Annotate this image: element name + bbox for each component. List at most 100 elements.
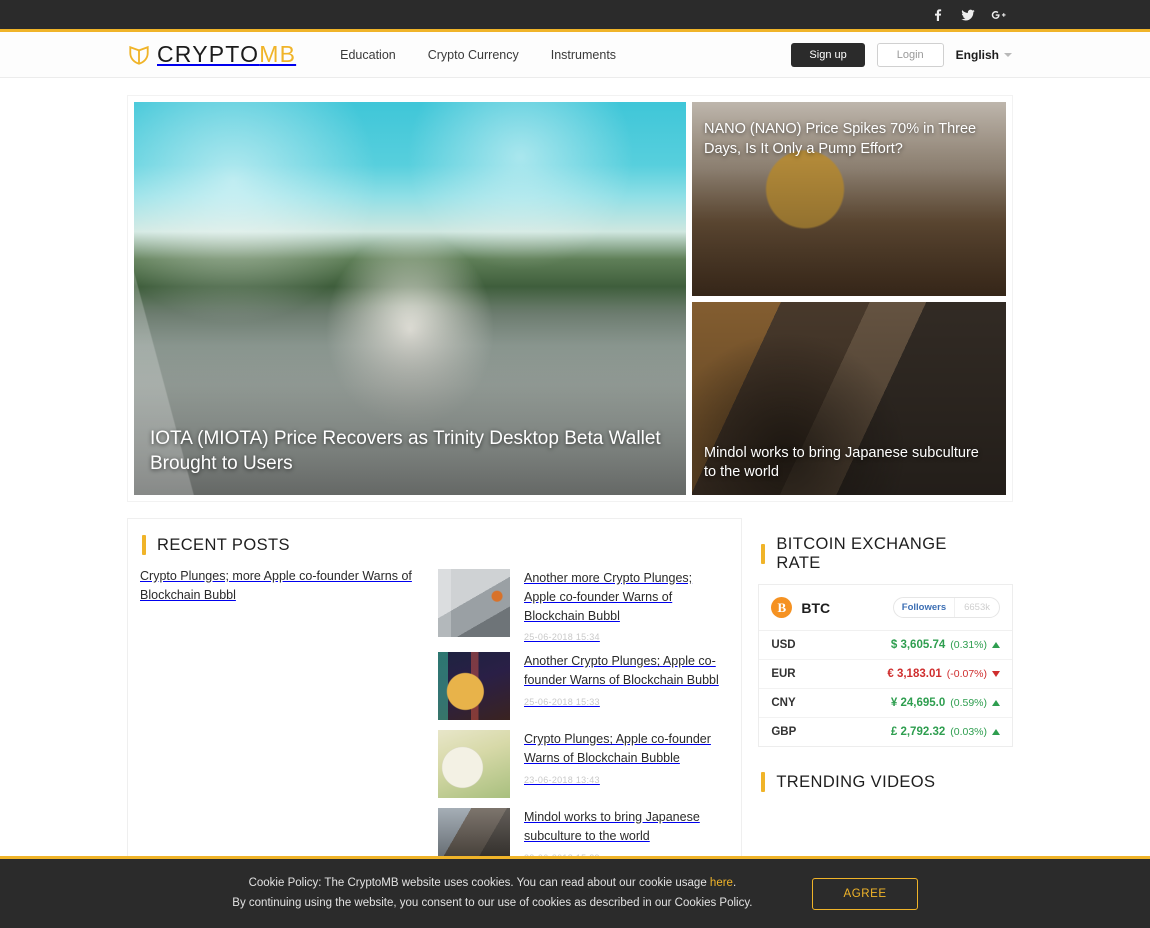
hero-main-title: IOTA (MIOTA) Price Recovers as Trinity D… (150, 427, 661, 475)
list-item[interactable]: Crypto Plunges; Apple co-founder Warns o… (438, 730, 725, 799)
rate-value: $ 3,605.74 (0.31%) (891, 639, 1000, 651)
rate-value: £ 2,792.32 (0.03%) (891, 726, 1000, 738)
featured-post[interactable]: Crypto Plunges; more Apple co-founder Wa… (140, 567, 424, 876)
post-title: Another more Crypto Plunges; Apple co-fo… (524, 571, 693, 623)
bitcoin-rate-card: B BTC Followers 6653k USD $ 3,605.74 (0.… (759, 585, 1012, 746)
cookie-line1-before: Cookie Policy: The CryptoMB website uses… (248, 876, 710, 889)
rate-currency-code: CNY (771, 697, 796, 709)
site-header: CRYPTOMB Education Crypto Currency Instr… (0, 32, 1150, 78)
post-thumbnail (438, 652, 510, 721)
arrow-down-icon (992, 671, 1000, 677)
shield-logo-icon (129, 45, 149, 65)
site-logo[interactable]: CRYPTOMB (128, 41, 296, 68)
recent-post-list: Another more Crypto Plunges; Apple co-fo… (438, 567, 725, 877)
cookie-policy-text: Cookie Policy: The CryptoMB website uses… (232, 874, 752, 913)
content-wrap: IOTA (MIOTA) Price Recovers as Trinity D… (0, 96, 1150, 897)
agree-button[interactable]: AGREE (812, 877, 918, 910)
language-label: English (955, 47, 999, 62)
section-accent-bar (761, 772, 766, 792)
post-title: Mindol works to bring Japanese subcultur… (524, 810, 700, 843)
post-thumbnail (438, 730, 510, 799)
hero-card-nano[interactable]: NANO (NANO) Price Spikes 70% in Three Da… (692, 102, 1006, 296)
sidebar: BITCOIN EXCHANGE RATE B BTC Followers 66… (759, 519, 1012, 896)
brand-text: CRYPTOMB (157, 41, 296, 68)
hero-main-article[interactable]: IOTA (MIOTA) Price Recovers as Trinity D… (134, 102, 686, 495)
rate-price: $ 3,605.74 (890, 639, 946, 651)
table-row: EUR € 3,183.01 (-0.07%) (759, 660, 1012, 689)
table-row: CNY ¥ 24,695.0 (0.59%) (759, 689, 1012, 718)
bitcoin-icon: B (771, 597, 793, 618)
post-date: 23-06-2018 13:43 (524, 774, 600, 785)
featured-post-title: Crypto Plunges; more Apple co-founder Wa… (140, 569, 412, 602)
post-date: 25-06-2018 15:34 (524, 632, 600, 643)
rate-price: ¥ 24,695.0 (890, 697, 946, 709)
coin-name: BTC (801, 599, 831, 616)
nav-item-crypto-currency[interactable]: Crypto Currency (426, 44, 521, 66)
main-nav: Education Crypto Currency Instruments (338, 44, 618, 66)
rate-value: € 3,183.01 (-0.07%) (887, 668, 1000, 680)
post-title: Crypto Plunges; Apple co-founder Warns o… (524, 732, 711, 765)
hero-section: IOTA (MIOTA) Price Recovers as Trinity D… (128, 96, 1012, 501)
recent-posts-panel: RECENT POSTS Crypto Plunges; more Apple … (128, 519, 742, 897)
hero-card-mindol[interactable]: Mindol works to bring Japanese subcultur… (692, 301, 1006, 495)
nav-item-instruments[interactable]: Instruments (549, 44, 618, 66)
post-meta: Mindol works to bring Japanese subcultur… (524, 808, 725, 863)
lower-grid: RECENT POSTS Crypto Plunges; more Apple … (128, 519, 1012, 897)
login-button[interactable]: Login (876, 42, 944, 67)
followers-count: 6653k (954, 598, 999, 617)
rate-change: (0.31%) (950, 639, 987, 651)
google-plus-icon (991, 10, 1006, 19)
rate-change: (0.59%) (950, 697, 987, 709)
header-actions: Sign up Login English (791, 42, 1012, 67)
arrow-up-icon (992, 729, 1000, 735)
table-row: USD $ 3,605.74 (0.31%) (759, 631, 1012, 660)
hero-side-column: NANO (NANO) Price Spikes 70% in Three Da… (692, 102, 1006, 495)
arrow-up-icon (992, 700, 1000, 706)
recent-posts-body: Crypto Plunges; more Apple co-founder Wa… (128, 567, 741, 896)
language-selector[interactable]: English (956, 48, 1012, 62)
rate-currency-code: GBP (771, 726, 797, 738)
post-date: 25-06-2018 15:33 (524, 696, 600, 707)
list-item[interactable]: Another Crypto Plunges; Apple co-founder… (438, 652, 725, 721)
arrow-up-icon (992, 642, 1000, 648)
twitter-link[interactable] (960, 7, 976, 23)
top-bar (0, 0, 1150, 32)
bitcoin-rate-title: BITCOIN EXCHANGE RATE (776, 535, 947, 572)
brand-crypto: CRYPTO (157, 41, 260, 67)
social-links (930, 7, 1006, 23)
followers-badge[interactable]: Followers 6653k (892, 597, 1000, 618)
trending-videos-header: TRENDING VIDEOS (759, 746, 1012, 804)
rate-change: (0.03%) (950, 726, 987, 738)
chevron-down-icon (1004, 52, 1012, 57)
post-thumbnail (438, 569, 510, 637)
rate-price: € 3,183.01 (887, 668, 942, 680)
nav-item-education[interactable]: Education (338, 44, 398, 66)
post-meta: Crypto Plunges; Apple co-founder Warns o… (524, 730, 725, 785)
hero-card-mindol-title: Mindol works to bring Japanese subcultur… (704, 444, 979, 481)
list-item[interactable]: Another more Crypto Plunges; Apple co-fo… (438, 569, 725, 642)
rate-change: (-0.07%) (946, 668, 987, 680)
trending-videos-title: TRENDING VIDEOS (776, 772, 936, 791)
section-accent-bar (761, 544, 766, 564)
google-plus-link[interactable] (990, 7, 1006, 23)
page-root: CRYPTOMB Education Crypto Currency Instr… (0, 0, 1150, 928)
hero-card-nano-title: NANO (NANO) Price Spikes 70% in Three Da… (704, 121, 977, 157)
brand-mb: MB (259, 41, 297, 67)
bitcoin-rate-header: BITCOIN EXCHANGE RATE (759, 519, 1012, 585)
bitcoin-rate-card-header: B BTC Followers 6653k (759, 585, 1012, 631)
rate-currency-code: USD (771, 639, 796, 651)
signup-button[interactable]: Sign up (791, 42, 865, 67)
rate-value: ¥ 24,695.0 (0.59%) (891, 697, 1000, 709)
followers-label: Followers (901, 602, 947, 613)
post-meta: Another Crypto Plunges; Apple co-founder… (524, 652, 725, 707)
cookie-policy-bar: Cookie Policy: The CryptoMB website uses… (0, 856, 1150, 928)
facebook-link[interactable] (930, 7, 946, 23)
section-accent-bar (142, 535, 146, 555)
rate-currency-code: EUR (771, 668, 796, 680)
rate-price: £ 2,792.32 (890, 726, 946, 738)
twitter-icon (961, 9, 975, 20)
table-row: GBP £ 2,792.32 (0.03%) (759, 718, 1012, 746)
facebook-icon (935, 8, 942, 21)
post-title: Another Crypto Plunges; Apple co-founder… (524, 654, 719, 687)
cookie-policy-link[interactable]: here (710, 877, 733, 889)
